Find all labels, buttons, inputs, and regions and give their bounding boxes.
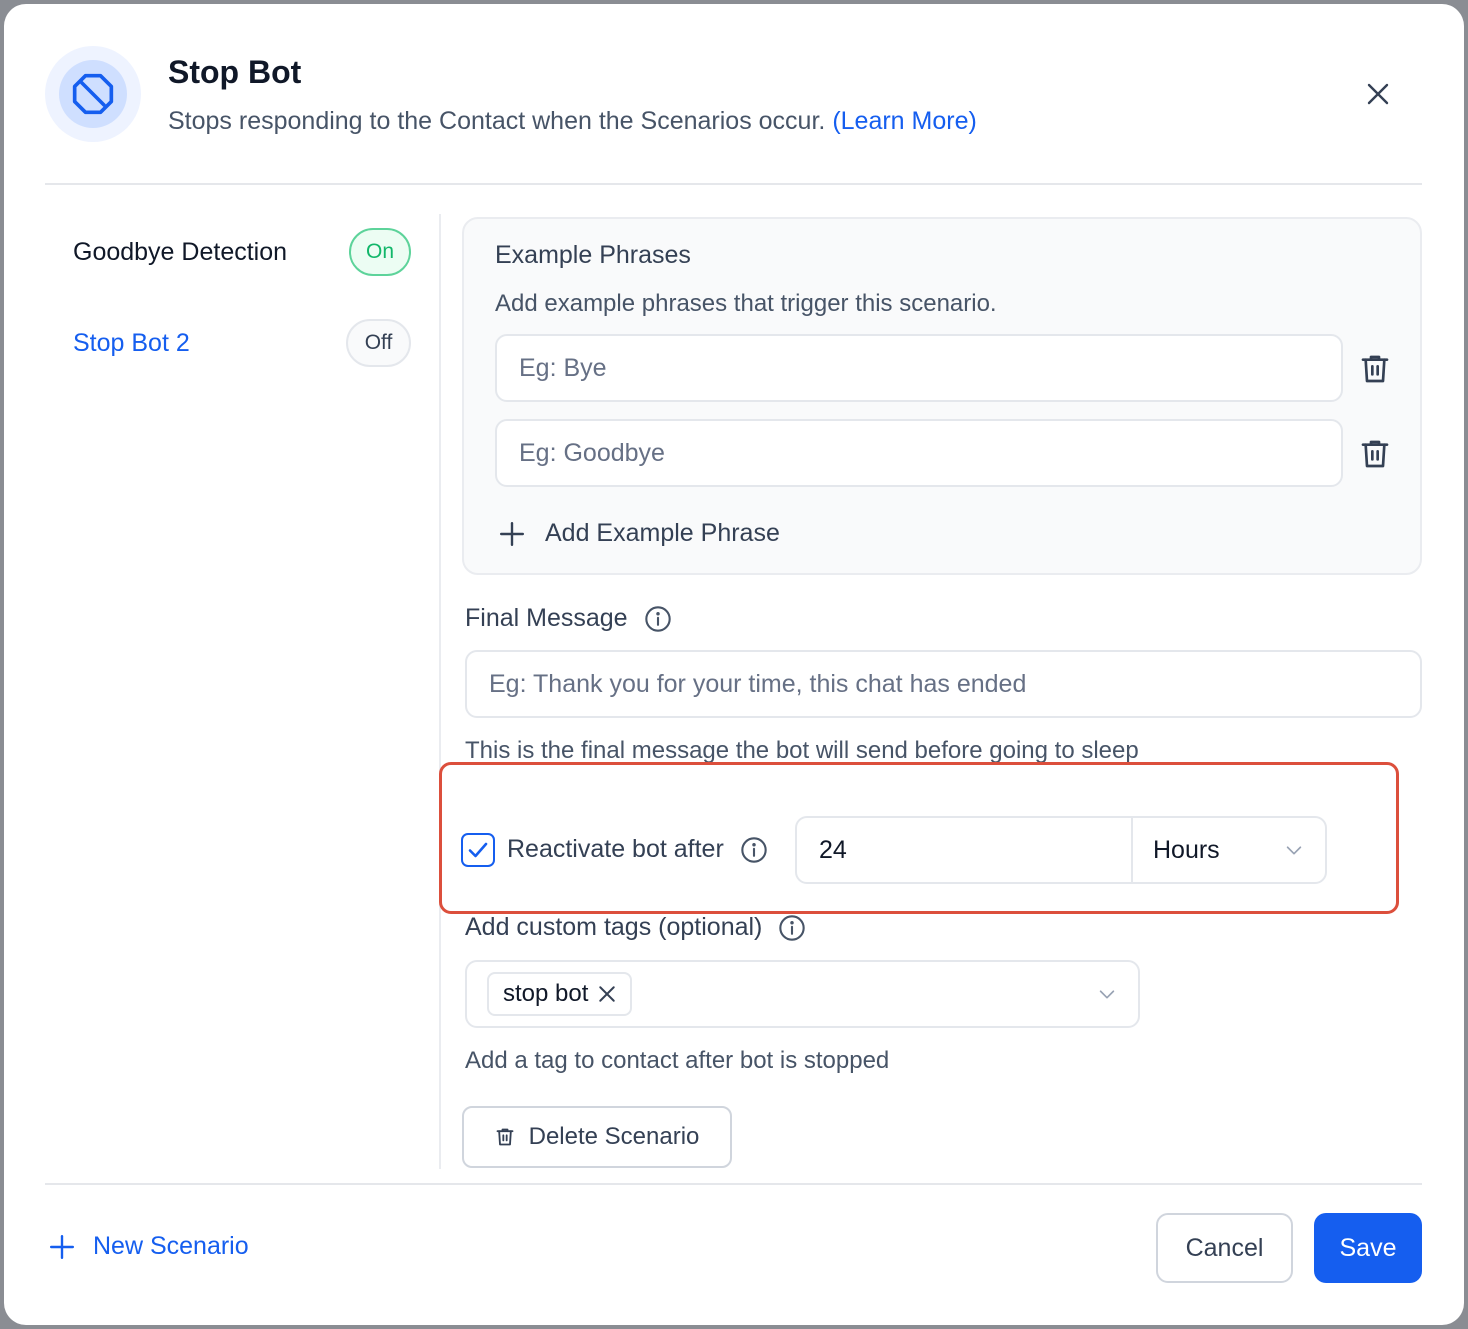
example-phrase-input[interactable]: Eg: Bye	[495, 334, 1343, 402]
info-icon[interactable]	[778, 914, 806, 942]
status-toggle-off[interactable]: Off	[346, 319, 411, 367]
info-icon[interactable]	[644, 605, 672, 633]
trash-icon	[1361, 440, 1389, 468]
final-message-input[interactable]: Eg: Thank you for your time, this chat h…	[465, 650, 1422, 718]
new-scenario-button[interactable]: New Scenario	[49, 1232, 249, 1261]
remove-tag-icon[interactable]	[598, 985, 616, 1003]
sidebar-item-goodbye-detection[interactable]: Goodbye Detection	[73, 238, 287, 267]
custom-tags-label-text: Add custom tags (optional)	[465, 913, 763, 941]
reactivate-label: Reactivate bot after	[507, 835, 768, 864]
phrase-placeholder: Eg: Bye	[519, 353, 607, 382]
cancel-button[interactable]: Cancel	[1156, 1213, 1293, 1283]
stop-bot-icon-badge	[45, 46, 141, 142]
status-toggle-on[interactable]: On	[349, 228, 411, 276]
plus-icon	[49, 1234, 75, 1259]
sidebar-item-stop-bot-2[interactable]: Stop Bot 2	[73, 329, 190, 358]
example-phrase-input[interactable]: Eg: Goodbye	[495, 419, 1343, 487]
add-example-phrase-label: Add Example Phrase	[545, 519, 780, 547]
modal-title: Stop Bot	[168, 54, 302, 90]
custom-tags-select[interactable]: stop bot	[465, 960, 1140, 1028]
example-phrases-description: Add example phrases that trigger this sc…	[495, 290, 997, 317]
tag-label: stop bot	[503, 980, 589, 1007]
close-icon	[1367, 83, 1389, 105]
header-divider	[45, 183, 1422, 185]
reactivate-unit-select[interactable]: Hours	[1131, 816, 1327, 884]
info-icon[interactable]	[740, 836, 768, 864]
close-button[interactable]	[1360, 76, 1396, 112]
modal-description: Stops responding to the Contact when the…	[168, 107, 826, 135]
learn-more-link[interactable]: (Learn More)	[832, 107, 977, 135]
final-message-label: Final Message	[465, 604, 672, 633]
example-phrases-title: Example Phrases	[495, 241, 691, 269]
check-icon	[468, 842, 488, 858]
reactivate-checkbox[interactable]	[461, 833, 495, 867]
tag-chip: stop bot	[487, 972, 633, 1016]
add-example-phrase-button[interactable]: Add Example Phrase	[499, 519, 780, 548]
sidebar-divider	[439, 214, 441, 1169]
trash-icon	[496, 1128, 514, 1146]
final-message-placeholder: Eg: Thank you for your time, this chat h…	[489, 669, 1027, 698]
trash-icon	[1361, 355, 1389, 383]
custom-tags-helper: Add a tag to contact after bot is stoppe…	[465, 1047, 890, 1074]
final-message-label-text: Final Message	[465, 604, 628, 632]
delete-phrase-button[interactable]	[1359, 437, 1391, 471]
new-scenario-label: New Scenario	[93, 1232, 249, 1260]
modal-subtitle: Stops responding to the Contact when the…	[168, 107, 977, 136]
reactivate-label-text: Reactivate bot after	[507, 835, 724, 863]
stop-bot-modal: Stop Bot Stops responding to the Contact…	[4, 4, 1464, 1325]
delete-scenario-button[interactable]: Delete Scenario	[462, 1106, 732, 1168]
reactivate-duration-input[interactable]: 24	[795, 816, 1135, 884]
plus-icon	[499, 521, 525, 546]
delete-scenario-label: Delete Scenario	[528, 1123, 700, 1150]
reactivate-unit-value: Hours	[1153, 835, 1220, 864]
final-message-helper: This is the final message the bot will s…	[465, 737, 1139, 764]
custom-tags-label: Add custom tags (optional)	[465, 913, 806, 942]
phrase-placeholder: Eg: Goodbye	[519, 438, 665, 467]
footer-divider	[45, 1183, 1422, 1185]
chevron-down-icon	[1286, 846, 1302, 855]
stop-icon	[72, 73, 114, 115]
delete-phrase-button[interactable]	[1359, 352, 1391, 386]
save-button[interactable]: Save	[1314, 1213, 1422, 1283]
reactivate-duration-value: 24	[819, 835, 847, 864]
chevron-down-icon	[1099, 990, 1115, 999]
